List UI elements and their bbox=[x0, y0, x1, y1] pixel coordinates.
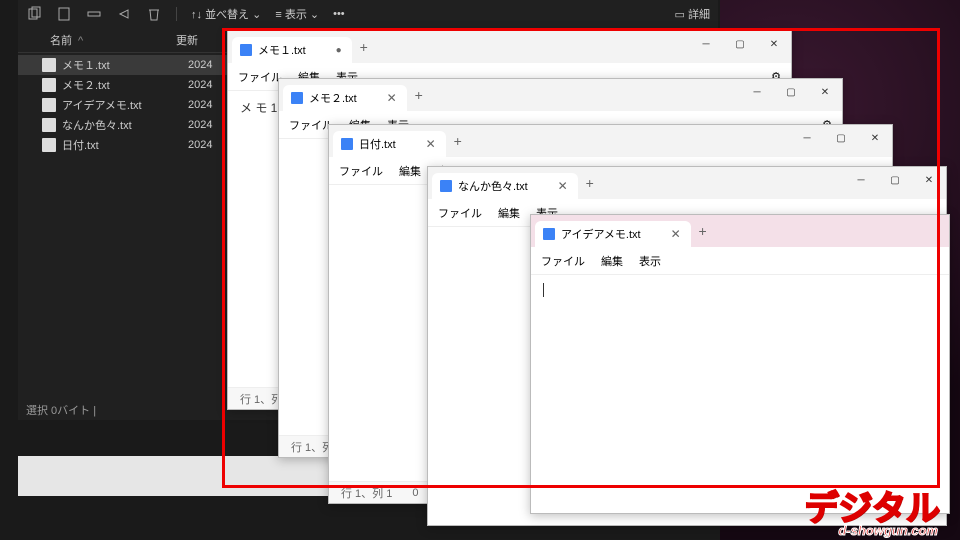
maximize-button[interactable]: ▢ bbox=[774, 79, 808, 105]
sort-caret-icon: ^ bbox=[78, 35, 83, 47]
maximize-button[interactable]: ▢ bbox=[824, 125, 858, 151]
minimize-button[interactable]: ─ bbox=[790, 125, 824, 151]
notepad-titlebar[interactable]: 日付.txt✕ + ─▢✕ bbox=[329, 125, 892, 157]
sort-menu[interactable]: ↑↓ 並べ替え ⌄ bbox=[191, 6, 261, 22]
watermark-url: d-showgun.com bbox=[838, 523, 938, 538]
document-icon bbox=[240, 44, 252, 56]
notepad-menubar: ファイル 編集 表示 bbox=[531, 247, 949, 275]
notepad-tab[interactable]: メモ１.txt● bbox=[232, 37, 352, 63]
paste-icon[interactable] bbox=[56, 6, 72, 22]
new-tab-button[interactable]: + bbox=[409, 87, 429, 103]
notepad-titlebar[interactable]: なんか色々.txt✕ + ─▢✕ bbox=[428, 167, 946, 199]
close-button[interactable]: ✕ bbox=[858, 125, 892, 151]
file-icon bbox=[42, 78, 56, 92]
document-icon bbox=[341, 138, 353, 150]
modified-indicator-icon: ● bbox=[336, 45, 342, 56]
notepad-tab[interactable]: アイデアメモ.txt✕ bbox=[535, 221, 691, 247]
file-icon bbox=[42, 118, 56, 132]
menu-file[interactable]: ファイル bbox=[238, 69, 282, 85]
more-menu[interactable]: ••• bbox=[333, 8, 345, 20]
menu-edit[interactable]: 編集 bbox=[498, 205, 520, 221]
maximize-button[interactable]: ▢ bbox=[723, 31, 757, 57]
close-button[interactable]: ✕ bbox=[757, 31, 791, 57]
close-button[interactable]: ✕ bbox=[912, 167, 946, 193]
menu-view[interactable]: 表示 bbox=[639, 253, 661, 269]
minimize-button[interactable]: ─ bbox=[689, 31, 723, 57]
menu-file[interactable]: ファイル bbox=[438, 205, 482, 221]
document-icon bbox=[440, 180, 452, 192]
close-button[interactable]: ✕ bbox=[808, 79, 842, 105]
menu-edit[interactable]: 編集 bbox=[399, 163, 421, 179]
new-tab-button[interactable]: + bbox=[580, 175, 600, 191]
notepad-tab[interactable]: メモ２.txt✕ bbox=[283, 85, 407, 111]
share-icon[interactable] bbox=[116, 6, 132, 22]
view-menu[interactable]: ≡ 表示 ⌄ bbox=[275, 6, 319, 22]
notepad-window-idea: アイデアメモ.txt✕ + ファイル 編集 表示 bbox=[530, 214, 950, 514]
menu-file[interactable]: ファイル bbox=[541, 253, 585, 269]
details-toggle[interactable]: ▭ 詳細 bbox=[675, 6, 710, 22]
new-tab-button[interactable]: + bbox=[354, 39, 374, 55]
tab-close-icon[interactable]: ✕ bbox=[671, 227, 681, 241]
copy-icon[interactable] bbox=[26, 6, 42, 22]
menu-file[interactable]: ファイル bbox=[339, 163, 383, 179]
tab-close-icon[interactable]: ✕ bbox=[558, 179, 568, 193]
minimize-button[interactable]: ─ bbox=[844, 167, 878, 193]
notepad-tab[interactable]: なんか色々.txt✕ bbox=[432, 173, 578, 199]
explorer-status-bar: 選択 0バイト | bbox=[18, 400, 104, 420]
document-icon bbox=[291, 92, 303, 104]
delete-icon[interactable] bbox=[146, 6, 162, 22]
editor-area[interactable] bbox=[531, 275, 949, 315]
notepad-titlebar[interactable]: アイデアメモ.txt✕ + bbox=[531, 215, 949, 247]
new-tab-button[interactable]: + bbox=[448, 133, 468, 149]
tab-close-icon[interactable]: ✕ bbox=[387, 91, 397, 105]
explorer-toolbar: ↑↓ 並べ替え ⌄ ≡ 表示 ⌄ ••• ▭ 詳細 bbox=[18, 0, 718, 28]
maximize-button[interactable]: ▢ bbox=[878, 167, 912, 193]
col-header-name[interactable]: 名前^ bbox=[26, 32, 176, 48]
notepad-tab[interactable]: 日付.txt✕ bbox=[333, 131, 446, 157]
tab-close-icon[interactable]: ✕ bbox=[426, 137, 436, 151]
file-icon bbox=[42, 58, 56, 72]
rename-icon[interactable] bbox=[86, 6, 102, 22]
document-icon bbox=[543, 228, 555, 240]
menu-edit[interactable]: 編集 bbox=[601, 253, 623, 269]
text-cursor bbox=[543, 283, 544, 297]
separator bbox=[176, 7, 177, 21]
notepad-titlebar[interactable]: メモ１.txt● + ─▢✕ bbox=[228, 31, 791, 63]
menu-file[interactable]: ファイル bbox=[289, 117, 333, 133]
new-tab-button[interactable]: + bbox=[693, 223, 713, 239]
minimize-button[interactable]: ─ bbox=[740, 79, 774, 105]
file-icon bbox=[42, 98, 56, 112]
file-icon bbox=[42, 138, 56, 152]
notepad-titlebar[interactable]: メモ２.txt✕ + ─▢✕ bbox=[279, 79, 842, 111]
